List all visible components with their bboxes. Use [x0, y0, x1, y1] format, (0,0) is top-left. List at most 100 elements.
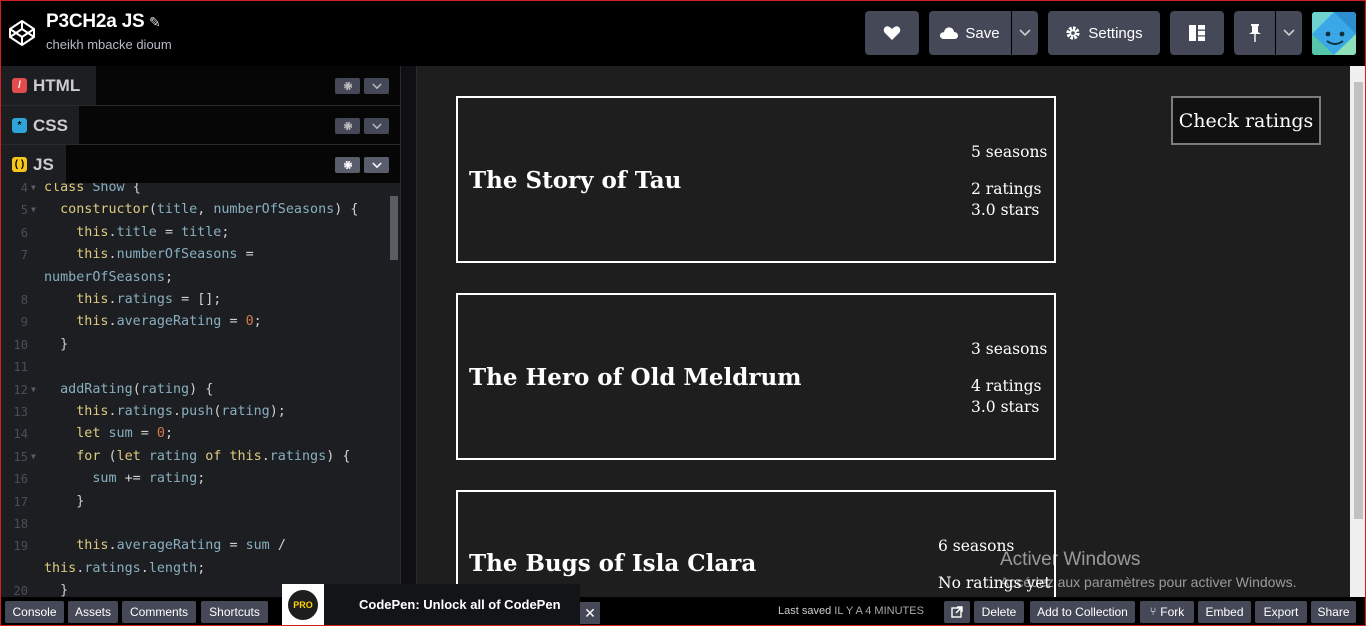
pen-title[interactable]: P3CH2a JS — [46, 11, 145, 33]
panel-resize-handle[interactable] — [400, 66, 417, 597]
code-text: constructor(title, numberOfSeasons) { — [60, 202, 359, 218]
show-card: The Hero of Old Meldrum 3 seasons 4 rati… — [456, 293, 1056, 460]
embed-button[interactable]: Embed — [1198, 601, 1251, 623]
code-line[interactable]: 10 } — [0, 334, 390, 356]
external-link-icon — [951, 606, 963, 618]
code-line[interactable]: 4 ▼ class Show { — [0, 183, 390, 199]
code-line[interactable]: 13 this.ratings.push(rating); — [0, 401, 390, 423]
tab-js-label: JS — [33, 154, 54, 174]
fold-arrow-icon[interactable]: ▼ — [31, 379, 36, 401]
avatar-image — [1312, 12, 1356, 55]
gear-icon — [1066, 26, 1080, 40]
code-text: this.ratings = []; — [76, 292, 222, 307]
fold-arrow-icon[interactable]: ▼ — [31, 446, 36, 468]
save-button[interactable]: Save — [929, 11, 1011, 55]
js-settings-button[interactable] — [335, 157, 360, 173]
code-line[interactable]: 16 sum += rating; — [0, 468, 390, 490]
code-text: this.title = title; — [76, 224, 230, 240]
editor-scrollbar[interactable] — [390, 196, 398, 260]
settings-label: Settings — [1088, 24, 1143, 42]
code-line[interactable]: 11 — [0, 356, 390, 378]
add-to-collection-button[interactable]: Add to Collection — [1030, 601, 1135, 623]
code-text: } — [60, 336, 69, 352]
comments-button[interactable]: Comments — [122, 601, 196, 623]
cloud-icon — [940, 27, 959, 39]
pin-icon — [1248, 24, 1261, 42]
js-code-editor[interactable]: 4 ▼ class Show {5 ▼ constructor(title, numb… — [0, 183, 400, 597]
promo-text: CodePen: Unlock all of CodePen — [359, 597, 561, 612]
fold-arrow-icon[interactable]: ▼ — [31, 199, 36, 221]
shortcuts-button[interactable]: Shortcuts — [201, 601, 268, 623]
js-icon: ( ) — [12, 157, 27, 172]
html-icon: / — [12, 78, 27, 93]
share-button[interactable]: Share — [1311, 601, 1356, 623]
fork-button[interactable]: ⑂ Fork — [1140, 601, 1194, 623]
css-settings-button[interactable] — [335, 118, 360, 134]
heart-icon — [883, 26, 901, 40]
code-line[interactable]: 6 this.title = title; — [0, 222, 390, 244]
show-title: The Story of Tau — [469, 167, 682, 194]
code-line[interactable]: 15 ▼ for (let rating of this.ratings) { — [0, 446, 390, 468]
check-ratings-button[interactable]: Check ratings — [1171, 96, 1321, 145]
user-avatar[interactable] — [1312, 12, 1356, 55]
fold-arrow-icon[interactable]: ▼ — [31, 183, 36, 199]
line-number: 15 — [13, 449, 28, 464]
html-editor-header[interactable]: / HTML — [0, 66, 400, 105]
pen-author[interactable]: cheikh mbacke dioum — [46, 37, 172, 52]
windows-activation-watermark: Activer Windows Accédez aux paramètres p… — [1000, 549, 1296, 590]
tab-html[interactable]: / HTML — [0, 66, 96, 105]
code-text: this.averageRating = 0; — [76, 314, 262, 330]
code-line[interactable]: 7 this.numberOfSeasons = — [0, 244, 390, 266]
pin-options-button[interactable] — [1276, 11, 1302, 55]
chevron-down-icon — [371, 122, 382, 129]
tab-css[interactable]: * CSS — [0, 106, 79, 145]
settings-button[interactable]: Settings — [1048, 11, 1160, 55]
result-scrollbar-thumb[interactable] — [1354, 82, 1363, 519]
code-line[interactable]: this.ratings.length; — [0, 558, 390, 580]
fork-label: Fork — [1160, 605, 1185, 619]
html-collapse-button[interactable] — [364, 78, 389, 94]
watermark-title: Activer Windows — [1000, 549, 1141, 570]
delete-button[interactable]: Delete — [974, 601, 1024, 623]
code-line[interactable]: 5 ▼ constructor(title, numberOfSeasons) { — [0, 199, 390, 221]
pro-promo-banner[interactable]: PRO CodePen: Unlock all of CodePen — [282, 584, 580, 626]
open-external-button[interactable] — [944, 601, 970, 623]
js-collapse-button[interactable] — [364, 157, 389, 173]
css-editor-header[interactable]: * CSS — [0, 105, 400, 145]
export-button[interactable]: Export — [1255, 601, 1307, 623]
chevron-down-icon — [371, 161, 382, 168]
code-line[interactable]: numberOfSeasons; — [0, 267, 390, 289]
show-ratings: 2 ratings — [971, 180, 1042, 198]
tab-js[interactable]: ( ) JS — [0, 145, 66, 184]
code-text: addRating(rating) { — [60, 381, 214, 397]
console-button[interactable]: Console — [5, 601, 64, 623]
close-promo-button[interactable]: ✕ — [580, 602, 600, 624]
line-number: 19 — [13, 539, 28, 554]
code-line[interactable]: 8 this.ratings = []; — [0, 289, 390, 311]
code-line[interactable]: 19 this.averageRating = sum / — [0, 535, 390, 557]
html-settings-button[interactable] — [335, 78, 360, 94]
gear-icon — [343, 81, 352, 91]
pin-button[interactable] — [1234, 11, 1275, 55]
line-number: 14 — [13, 427, 28, 442]
edit-title-pencil-icon[interactable]: ✎ — [149, 14, 161, 31]
show-title: The Bugs of Isla Clara — [469, 550, 757, 577]
code-line[interactable]: 12 ▼ addRating(rating) { — [0, 379, 390, 401]
code-text: class Show { — [44, 183, 141, 195]
chevron-down-icon — [371, 82, 382, 89]
save-options-button[interactable] — [1012, 11, 1038, 55]
like-button[interactable] — [865, 11, 919, 55]
assets-button[interactable]: Assets — [68, 601, 118, 623]
js-editor-header[interactable]: ( ) JS — [0, 144, 400, 184]
layout-icon — [1189, 25, 1205, 41]
code-line[interactable]: 18 — [0, 513, 390, 535]
gear-icon — [343, 121, 352, 131]
code-line[interactable]: 17 } — [0, 491, 390, 513]
change-view-button[interactable] — [1170, 11, 1224, 55]
codepen-logo-icon[interactable] — [8, 19, 36, 47]
code-line[interactable]: 14 let sum = 0; — [0, 423, 390, 445]
line-number: 20 — [13, 584, 28, 597]
editor-panel: / HTML * CSS ( ) JS 4 ▼ class Show {5 ▼ con… — [0, 66, 400, 597]
code-line[interactable]: 9 this.averageRating = 0; — [0, 311, 390, 333]
css-collapse-button[interactable] — [364, 118, 389, 134]
